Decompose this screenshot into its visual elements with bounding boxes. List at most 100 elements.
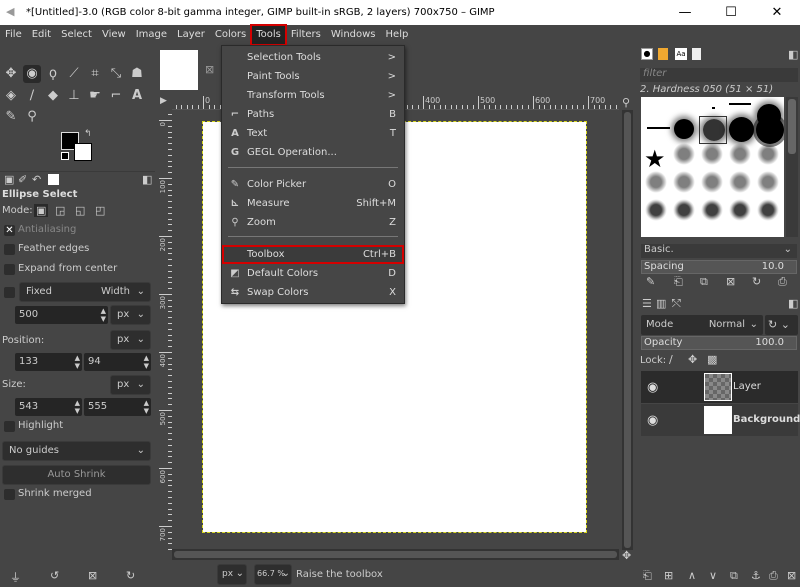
bucket-fill-tool-icon[interactable]: ◈: [2, 87, 20, 105]
spinner-icon[interactable]: ▲ ▼: [144, 354, 149, 370]
eye-icon[interactable]: ◉: [647, 413, 658, 428]
layer-mode-dropdown[interactable]: Mode Normal ⌄: [641, 315, 763, 335]
menu-filters[interactable]: Filters: [286, 25, 326, 45]
fixed-value-input[interactable]: 500 ▲ ▼: [15, 306, 108, 324]
duplicate-brush-icon[interactable]: ⧉: [700, 275, 708, 289]
ellipse-select-tool-icon[interactable]: ◉: [23, 65, 41, 83]
save-preset-icon[interactable]: ⏚: [10, 569, 21, 585]
menu-tools[interactable]: Tools: [250, 24, 287, 46]
brush-scrollbar[interactable]: [786, 97, 798, 237]
mode-subtract-icon[interactable]: ◱: [75, 204, 85, 217]
menu-view[interactable]: View: [97, 25, 131, 45]
layer-row[interactable]: ◉ Background: [641, 404, 800, 436]
zoom-image-icon[interactable]: ⚲: [622, 96, 630, 109]
device-status-tab-icon[interactable]: ✐: [18, 173, 27, 186]
highlight-checkbox[interactable]: [4, 421, 15, 432]
text-tool-icon[interactable]: A: [128, 87, 146, 105]
brush-preset[interactable]: [673, 171, 695, 193]
brush-preset[interactable]: [645, 199, 667, 221]
edit-brush-icon[interactable]: ✎: [646, 275, 655, 288]
dock-menu-icon[interactable]: ◧: [788, 48, 798, 61]
swap-colors-icon[interactable]: ↰: [84, 129, 92, 139]
spinner-icon[interactable]: ▲ ▼: [144, 399, 149, 415]
brush-grid[interactable]: ★: [641, 97, 784, 237]
dock-menu-icon[interactable]: ◧: [142, 173, 152, 186]
navigate-icon[interactable]: ✥: [622, 549, 631, 562]
menu-item-swap-colors[interactable]: ⇆ Swap Colors X: [222, 283, 404, 302]
duplicate-layer-icon[interactable]: ⧉: [730, 569, 738, 583]
color-picker-tool-icon[interactable]: ✎: [2, 108, 20, 126]
mode-intersect-icon[interactable]: ◰: [95, 204, 105, 217]
move-tool-icon[interactable]: ✥: [2, 65, 20, 83]
reset-icon[interactable]: ↻: [126, 569, 135, 582]
images-tab-icon[interactable]: [48, 174, 59, 185]
anchor-layer-icon[interactable]: ⚓: [751, 569, 761, 582]
new-brush-icon[interactable]: ⎗: [674, 275, 683, 289]
menu-layer[interactable]: Layer: [172, 25, 210, 45]
minimize-button[interactable]: —: [662, 0, 708, 25]
refresh-brushes-icon[interactable]: ↻: [752, 275, 761, 288]
quick-mask-menu-icon[interactable]: ▶: [160, 96, 167, 106]
menu-item-selection-tools[interactable]: Selection Tools >: [222, 48, 404, 67]
undo-history-tab-icon[interactable]: ↶: [32, 173, 41, 186]
new-layer-group-icon[interactable]: ⎗: [643, 569, 652, 583]
menu-image[interactable]: Image: [131, 25, 172, 45]
spinner-icon[interactable]: ▲ ▼: [101, 307, 106, 323]
menu-item-toolbox[interactable]: Toolbox Ctrl+B: [222, 245, 404, 264]
layers-tab-icon[interactable]: ☰: [642, 297, 652, 310]
lasso-tool-icon[interactable]: ϙ: [44, 65, 62, 83]
opacity-slider[interactable]: Opacity 100.0: [641, 336, 797, 350]
menu-windows[interactable]: Windows: [326, 25, 381, 45]
brush-preset[interactable]: [757, 143, 779, 165]
tool-options-tab-icon[interactable]: ▣: [4, 173, 14, 186]
menu-item-gegl-operation[interactable]: G GEGL Operation...: [222, 143, 404, 162]
brush-preset[interactable]: [756, 116, 784, 144]
size-unit-dropdown[interactable]: px ⌄: [110, 375, 151, 395]
brush-preset[interactable]: [673, 199, 695, 221]
guides-dropdown[interactable]: No guides ⌄: [2, 441, 151, 461]
lock-position-icon[interactable]: ✥: [688, 353, 697, 366]
lower-layer-icon[interactable]: ∨: [709, 569, 717, 582]
menu-item-text[interactable]: A Text T: [222, 124, 404, 143]
restore-preset-icon[interactable]: ↺: [50, 569, 59, 582]
brush-tag-dropdown[interactable]: Basic. ⌄: [641, 244, 797, 258]
menu-item-zoom[interactable]: ⚲ Zoom Z: [222, 213, 404, 232]
document-history-tab-icon[interactable]: [692, 48, 701, 60]
brush-preset[interactable]: [701, 171, 723, 193]
image-thumbnail-tab[interactable]: [160, 50, 198, 90]
menu-select[interactable]: Select: [56, 25, 97, 45]
spacing-slider[interactable]: Spacing 10.0: [641, 260, 797, 274]
unit-dropdown[interactable]: px ⌄: [217, 564, 247, 585]
brush-preset[interactable]: [729, 103, 751, 105]
vertical-scrollbar[interactable]: [622, 110, 633, 550]
close-button[interactable]: ✕: [754, 0, 800, 25]
brush-preset[interactable]: [674, 119, 694, 139]
brush-preset[interactable]: [729, 117, 754, 142]
feather-edges-checkbox[interactable]: [4, 244, 15, 255]
spinner-icon[interactable]: ▲ ▼: [75, 354, 80, 370]
brush-filter-input[interactable]: filter: [640, 68, 798, 82]
transform-tool-icon[interactable]: ⤡: [107, 65, 125, 83]
expand-from-center-checkbox[interactable]: [4, 264, 15, 275]
size-height-input[interactable]: 555 ▲ ▼: [84, 398, 151, 416]
menu-help[interactable]: Help: [381, 25, 414, 45]
fixed-aspect-dropdown[interactable]: Fixed Width ⌄: [19, 282, 151, 302]
auto-shrink-button[interactable]: Auto Shrink: [2, 465, 151, 485]
brushes-tab-icon[interactable]: ●: [641, 48, 653, 60]
raise-layer-icon[interactable]: ∧: [688, 569, 696, 582]
new-layer-icon[interactable]: ⊞: [664, 569, 673, 582]
dock-menu-icon[interactable]: ◧: [788, 297, 798, 310]
menu-item-default-colors[interactable]: ◩ Default Colors D: [222, 264, 404, 283]
delete-preset-icon[interactable]: ⊠: [88, 569, 97, 582]
brush-preset[interactable]: [673, 143, 695, 165]
crop-tool-icon[interactable]: ⌗: [86, 65, 104, 83]
position-unit-dropdown[interactable]: px ⌄: [110, 330, 151, 350]
eraser-tool-icon[interactable]: ◆: [44, 87, 62, 105]
menu-item-measure[interactable]: ⊾ Measure Shift+M: [222, 194, 404, 213]
brush-preset[interactable]: [712, 107, 715, 109]
menu-item-paths[interactable]: ⌐ Paths B: [222, 105, 404, 124]
eye-icon[interactable]: ◉: [647, 380, 658, 395]
menu-item-paint-tools[interactable]: Paint Tools >: [222, 67, 404, 86]
patterns-tab-icon[interactable]: [658, 48, 668, 60]
smudge-tool-icon[interactable]: ☛: [86, 87, 104, 105]
